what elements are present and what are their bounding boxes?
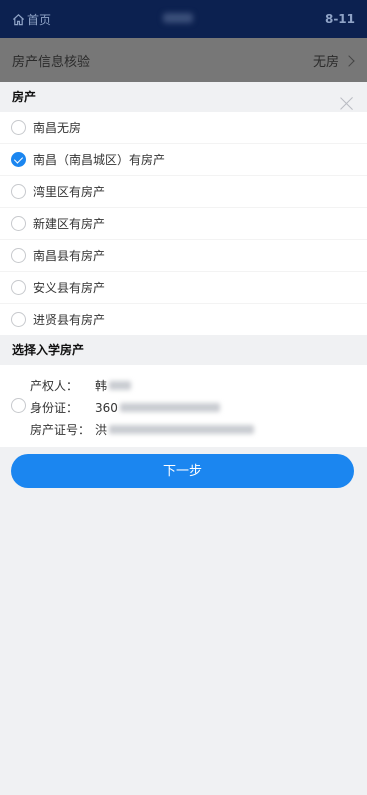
option-nanchang-county[interactable]: 南昌县有房产	[0, 240, 367, 272]
radio-icon[interactable]	[11, 280, 26, 295]
verify-value: 无房	[312, 51, 355, 70]
home-icon	[12, 14, 25, 26]
radio-icon[interactable]	[11, 398, 26, 413]
radio-icon[interactable]	[11, 248, 26, 263]
radio-icon[interactable]	[11, 216, 26, 231]
id-value-text: 360	[95, 400, 118, 415]
option-label: 南昌县有房产	[33, 249, 106, 263]
cert-label: 房产证号：	[30, 423, 91, 437]
cert-value-text: 洪	[95, 423, 108, 437]
radio-icon[interactable]	[11, 120, 26, 135]
top-header: 首页 8-11	[0, 0, 367, 38]
radio-icon[interactable]	[11, 184, 26, 199]
option-jinxian[interactable]: 进贤县有房产	[0, 304, 367, 335]
option-xinjian[interactable]: 新建区有房产	[0, 208, 367, 240]
blurred-title	[163, 13, 193, 23]
option-wanli[interactable]: 湾里区有房产	[0, 176, 367, 208]
option-nanchang-no-house[interactable]: 南昌无房	[0, 112, 367, 144]
close-icon[interactable]	[340, 97, 353, 110]
home-label: 首页	[27, 13, 52, 27]
enrollment-property-card[interactable]: 产权人： 韩 身份证： 360 房产证号： 洪	[0, 365, 367, 447]
section-title-enrollment: 选择入学房产	[12, 343, 85, 357]
option-nanchang-city[interactable]: 南昌（南昌城区）有房产	[0, 144, 367, 176]
option-label: 安义县有房产	[33, 281, 106, 295]
owner-value-text: 韩	[95, 379, 108, 393]
section-title-property: 房产	[12, 90, 37, 104]
date-label: 8-11	[324, 12, 355, 26]
option-label: 南昌（南昌城区）有房产	[33, 153, 166, 167]
property-verify-row[interactable]: 房产信息核验 无房	[0, 38, 367, 82]
verify-label: 房产信息核验	[12, 55, 91, 70]
option-label: 进贤县有房产	[33, 313, 106, 327]
cert-value: 洪	[95, 421, 255, 438]
owner-label: 产权人：	[30, 379, 79, 393]
chevron-right-icon	[343, 54, 355, 67]
radio-icon[interactable]	[11, 312, 26, 327]
home-link[interactable]: 首页	[12, 11, 51, 28]
owner-value: 韩	[95, 377, 132, 394]
id-row: 身份证： 360	[30, 399, 220, 416]
redacted-block	[119, 403, 220, 412]
option-label: 新建区有房产	[33, 217, 106, 231]
option-label: 湾里区有房产	[33, 185, 106, 199]
verify-value-text: 无房	[312, 55, 339, 70]
radio-checked-icon[interactable]	[11, 152, 26, 167]
option-label: 南昌无房	[33, 121, 82, 135]
next-step-button[interactable]: 下一步	[11, 454, 354, 488]
redacted-block	[109, 381, 132, 390]
redacted-block	[109, 425, 255, 434]
property-options: 南昌无房 南昌（南昌城区）有房产 湾里区有房产 新建区有房产 南昌县有房产 安义…	[0, 112, 367, 335]
owner-row: 产权人： 韩	[30, 377, 132, 394]
cert-row: 房产证号： 洪	[30, 421, 255, 438]
id-value: 360	[95, 399, 220, 416]
property-picker-sheet: 房产 南昌无房 南昌（南昌城区）有房产 湾里区有房产 新建区有房产 南昌县有房产…	[0, 82, 367, 795]
id-label: 身份证：	[30, 401, 79, 415]
option-anyi[interactable]: 安义县有房产	[0, 272, 367, 304]
